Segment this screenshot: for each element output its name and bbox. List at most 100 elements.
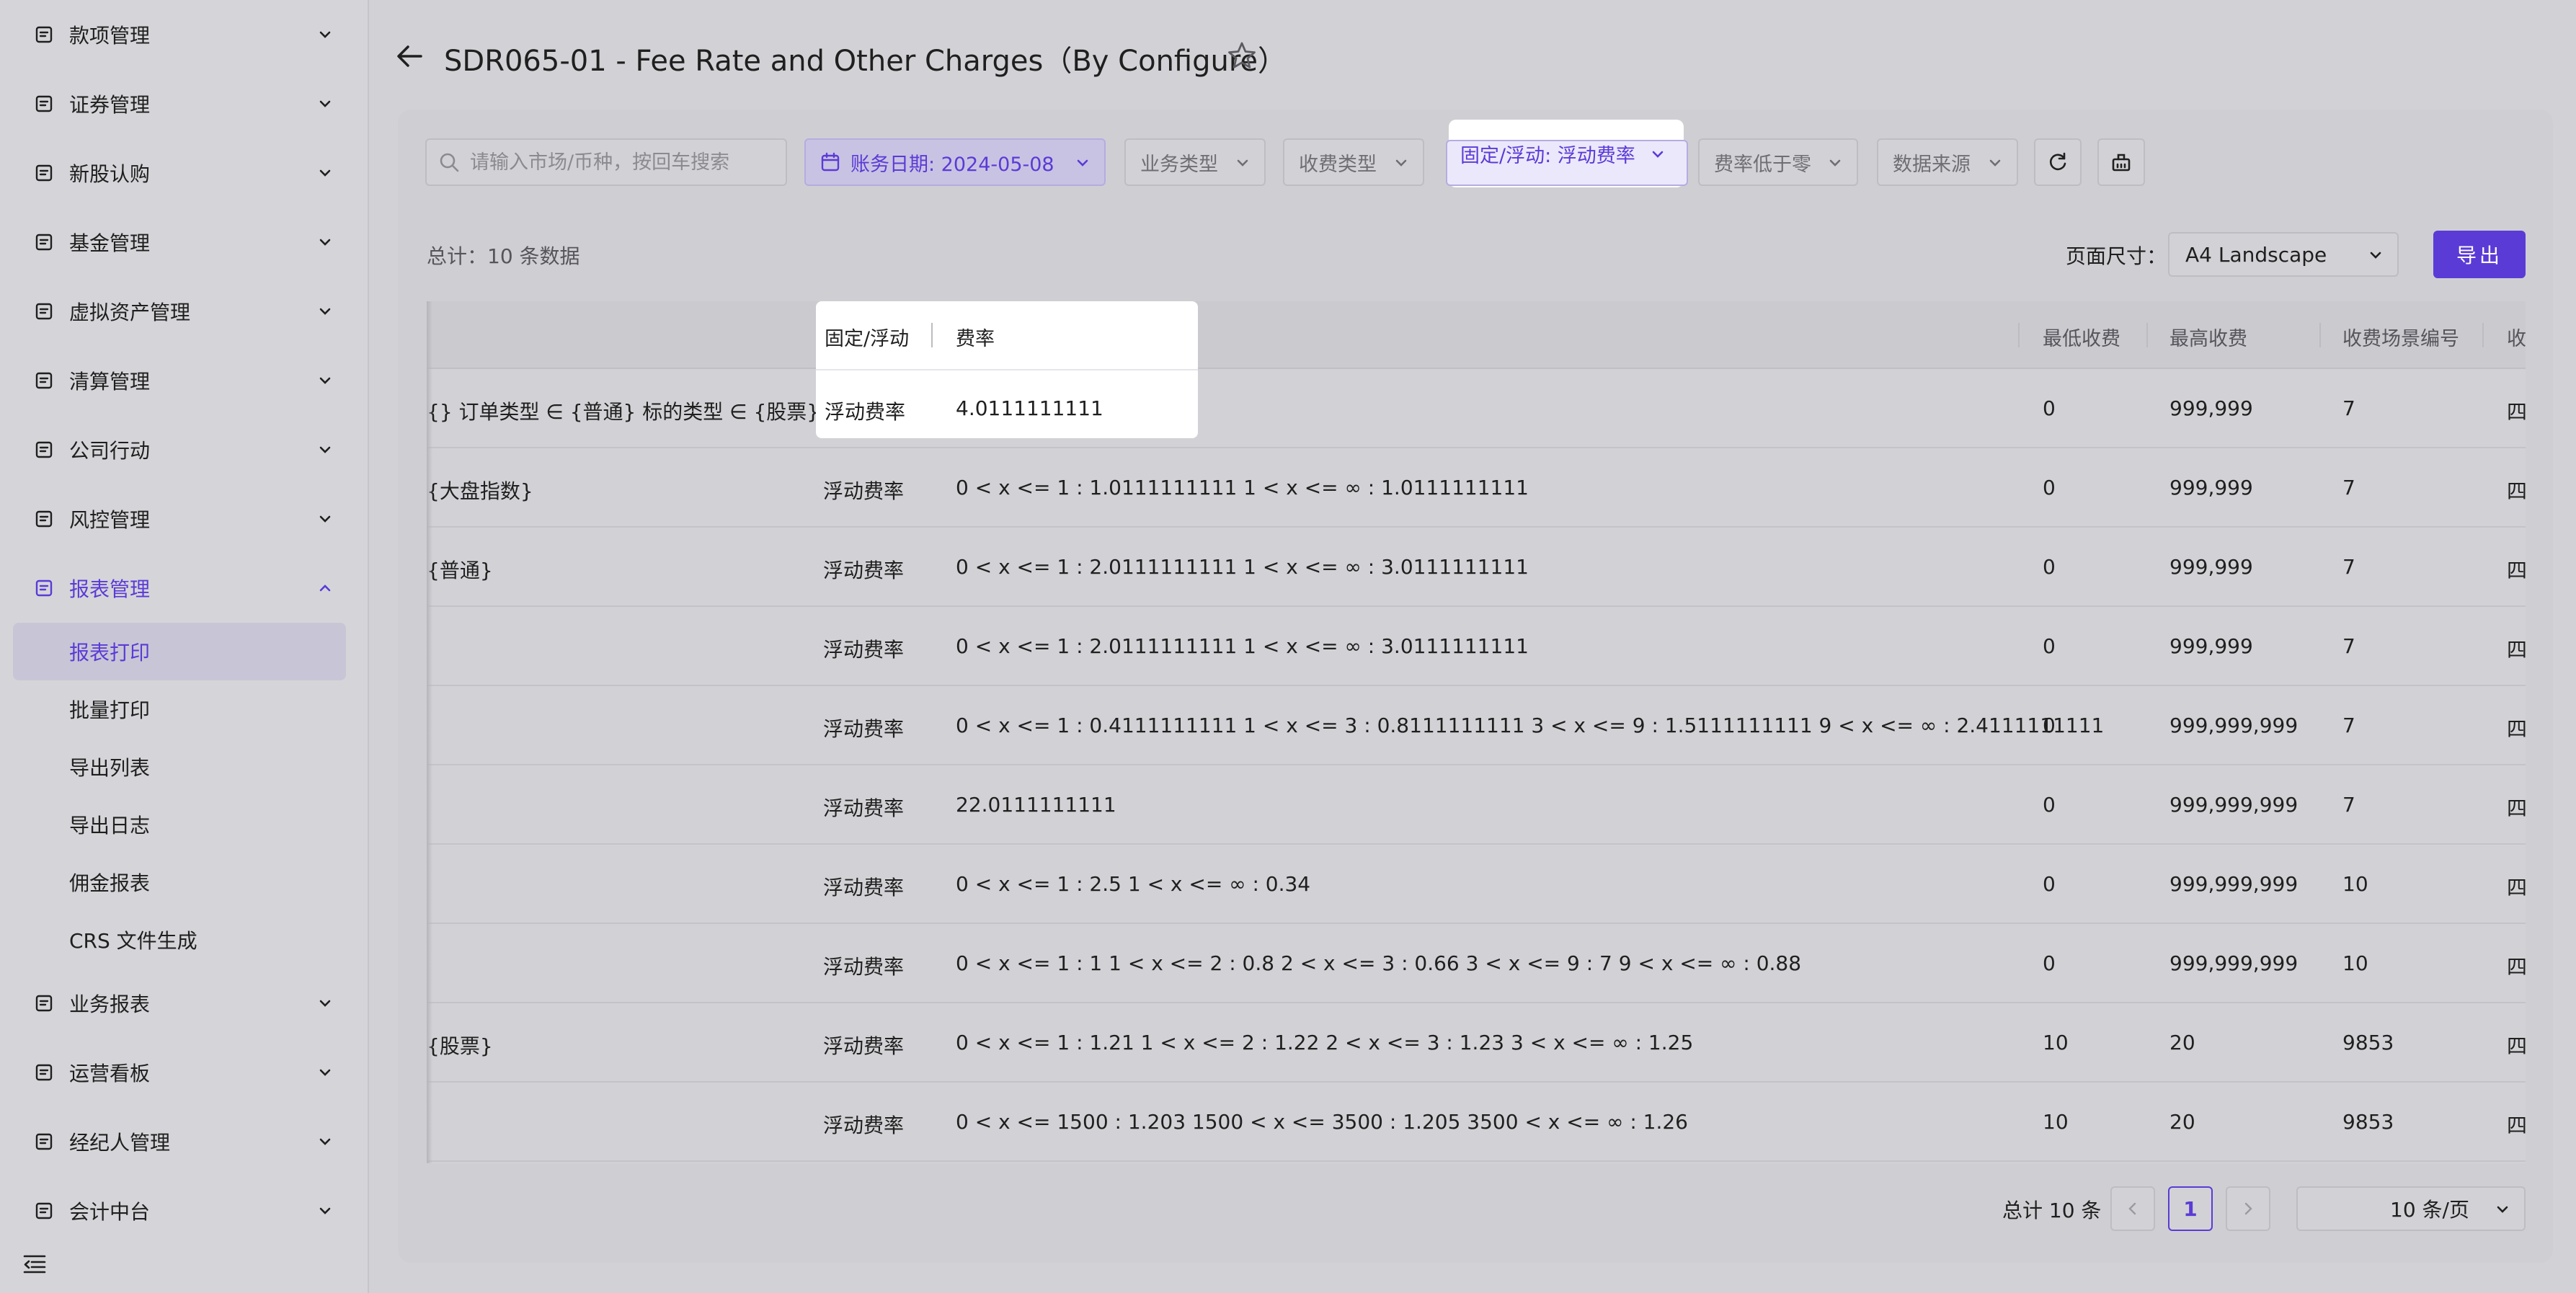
scene-id-cell: 10 — [2342, 872, 2368, 896]
scene-id-cell: 7 — [2342, 634, 2355, 658]
sidebar-item-0[interactable]: 款项管理 — [0, 6, 369, 63]
min-fee-cell: 0 — [2043, 793, 2056, 817]
page-size-dropdown[interactable]: 10 条/页 — [2296, 1186, 2526, 1231]
sidebar-item-label: 经纪人管理 — [69, 1131, 171, 1155]
sidebar-lower-item-2[interactable]: 经纪人管理 — [0, 1113, 369, 1170]
sidebar-item-6[interactable]: 公司行动 — [0, 421, 369, 479]
sidebar-item-label: 风控管理 — [69, 508, 151, 532]
sidebar-subitem-2[interactable]: 导出列表 — [13, 738, 346, 796]
fixed-floating-cell: 浮动费率 — [823, 479, 905, 503]
data-source-filter[interactable]: 数据来源 — [1877, 138, 2018, 186]
sidebar-lower-item-0[interactable]: 业务报表 — [0, 974, 369, 1032]
rate-below-zero-filter[interactable]: 费率低于零 — [1698, 138, 1858, 186]
sidebar-subitem-5[interactable]: CRS 文件生成 — [13, 911, 346, 969]
favorite-star-icon[interactable] — [1227, 40, 1257, 71]
refresh-button[interactable] — [2034, 138, 2082, 186]
charge-type-filter[interactable]: 收费类型 — [1283, 138, 1424, 186]
truncated-cell: 四 — [2507, 796, 2526, 820]
min-fee-cell: 10 — [2043, 1031, 2069, 1054]
table-row[interactable]: 浮动费率 0 < x <= 1 : 0.4111111111 1 < x <= 3… — [427, 686, 2526, 765]
line-chart-icon — [33, 992, 55, 1014]
next-page-button[interactable] — [2226, 1186, 2270, 1231]
sidebar-subitem-label: 批量打印 — [69, 698, 151, 722]
min-fee-cell: 0 — [2043, 555, 2056, 579]
min-fee-cell: 0 — [2043, 396, 2056, 420]
chevron-down-icon — [314, 231, 336, 253]
rate-cell: 0 < x <= 1 : 1.0111111111 1 < x <= ∞ : 1… — [956, 476, 1529, 499]
chevron-down-icon — [1649, 146, 1666, 163]
sidebar-item-label: 虚拟资产管理 — [69, 301, 191, 324]
table-row[interactable]: {普通} 浮动费率 0 < x <= 1 : 2.0111111111 1 < x … — [427, 528, 2526, 607]
sidebar-item-2[interactable]: 新股认购 — [0, 144, 369, 202]
rate-cell: 0 < x <= 1 : 2.0111111111 1 < x <= ∞ : 3… — [956, 634, 1529, 658]
sidebar-lower-item-1[interactable]: 运营看板 — [0, 1044, 369, 1101]
business-type-filter[interactable]: 业务类型 — [1124, 138, 1266, 186]
sidebar-item-4[interactable]: 虚拟资产管理 — [0, 283, 369, 340]
col-header-fixed-floating-highlight: 固定/浮动 — [825, 328, 910, 350]
sidebar-subitem-0[interactable]: 报表打印 — [13, 623, 346, 680]
sidebar-item-1[interactable]: 证券管理 — [0, 75, 369, 133]
pagination-total: 总计 10 条 — [2002, 1199, 2102, 1222]
prev-page-button[interactable] — [2110, 1186, 2155, 1231]
fund-chart-icon — [33, 231, 55, 253]
sidebar-item-5[interactable]: 清算管理 — [0, 352, 369, 409]
max-fee-cell: 20 — [2169, 1031, 2195, 1054]
date-filter[interactable]: 账务日期: 2024-05-08 — [804, 138, 1106, 186]
table-row[interactable]: 浮动费率 0 < x <= 1 : 2.0111111111 1 < x <= ∞… — [427, 607, 2526, 686]
sidebar-subitem-3[interactable]: 导出日志 — [13, 796, 346, 853]
search-input[interactable] — [425, 138, 787, 186]
sidebar-lower-item-3[interactable]: 会计中台 — [0, 1182, 369, 1240]
chevron-right-icon — [2240, 1201, 2256, 1217]
rate-cell: 0 < x <= 1 : 0.4111111111 1 < x <= 3 : 0… — [956, 714, 2105, 737]
fixed-floating-cell: 浮动费率 — [823, 717, 905, 741]
table-row[interactable]: 浮动费率 0 < x <= 1 : 1 1 < x <= 2 : 0.8 2 < … — [427, 924, 2526, 1003]
sidebar-item-label: 款项管理 — [69, 24, 151, 48]
charge-type-label: 收费类型 — [1299, 153, 1377, 176]
table-row[interactable]: {} 订单类型 ∈ {普通} 标的类型 ∈ {股票}浮动费率 4.01111111… — [427, 369, 2526, 448]
clear-filters-button[interactable] — [2097, 138, 2145, 186]
truncated-cell: 四 — [2507, 876, 2526, 899]
col-header-min-fee: 最低收费 — [2043, 328, 2120, 350]
page-title: SDR065-01 - Fee Rate and Other Charges（B… — [444, 45, 1287, 78]
min-fee-cell: 0 — [2043, 476, 2056, 499]
sidebar-subitem-4[interactable]: 佣金报表 — [13, 853, 346, 911]
sidebar-subitem-1[interactable]: 批量打印 — [13, 680, 346, 738]
page-size-select[interactable]: A4 Landscape — [2168, 232, 2399, 277]
chevron-down-icon — [1074, 154, 1091, 172]
sidebar-item-label: 业务报表 — [69, 992, 151, 1016]
sidebar-subitem-label: CRS 文件生成 — [69, 929, 197, 953]
sidebar-item-8[interactable]: 报表管理 — [0, 559, 369, 617]
sidebar-item-label: 报表管理 — [69, 577, 151, 601]
sidebar-item-3[interactable]: 基金管理 — [0, 213, 369, 271]
chevron-down-icon — [314, 508, 336, 530]
highlighted-cell-box: 固定/浮动 费率 浮动费率 4.0111111111 — [816, 301, 1198, 438]
users-icon — [33, 1131, 55, 1152]
condition-cell: {} 订单类型 ∈ {普通} 标的类型 ∈ {股票} — [427, 400, 820, 424]
collapse-sidebar-icon[interactable] — [22, 1251, 48, 1277]
table-row[interactable]: 浮动费率 0 < x <= 1500 : 1.203 1500 < x <= 35… — [427, 1083, 2526, 1162]
page-1-button[interactable]: 1 — [2168, 1186, 2213, 1231]
sidebar-item-7[interactable]: 风控管理 — [0, 490, 369, 548]
scene-id-cell: 7 — [2342, 476, 2355, 499]
max-fee-cell: 999,999 — [2169, 476, 2253, 499]
chevron-down-icon — [1234, 154, 1251, 172]
export-button[interactable]: 导出 — [2433, 231, 2526, 278]
scene-id-cell: 7 — [2342, 396, 2355, 420]
fee-rate-table: 固定/浮动 费率 最低收费 最高收费 收费场景编号 收 {} 订单类型 ∈ {普… — [427, 301, 2526, 1163]
scroll-shadow — [427, 301, 432, 1163]
table-row[interactable]: 浮动费率 22.0111111111 0 999,999,999 7 四 — [427, 765, 2526, 845]
table-row[interactable]: 浮动费率 0 < x <= 1 : 2.5 1 < x <= ∞ : 0.34 0 9… — [427, 845, 2526, 924]
table-row[interactable]: {股票} 浮动费率 0 < x <= 1 : 1.21 1 < x <= 2 : 1… — [427, 1003, 2526, 1083]
chart-box-icon — [33, 93, 55, 115]
scene-id-cell: 7 — [2342, 793, 2355, 817]
sidebar-item-label: 清算管理 — [69, 370, 151, 394]
fixed-floating-filter[interactable]: 固定/浮动: 浮动费率 — [1446, 123, 1688, 186]
max-fee-cell: 999,999 — [2169, 634, 2253, 658]
sidebar: 款项管理证券管理新股认购基金管理虚拟资产管理 清算管理公司行动风控管理报表管理报表… — [0, 0, 369, 1293]
col-header-scene-id: 收费场景编号 — [2342, 328, 2459, 350]
table-row[interactable]: {大盘指数} 浮动费率 0 < x <= 1 : 1.0111111111 1 < … — [427, 448, 2526, 528]
chevron-down-icon — [314, 370, 336, 391]
column-divider — [2018, 323, 2020, 347]
page-size-label: 页面尺寸： — [2066, 244, 2167, 268]
back-arrow-icon[interactable] — [395, 43, 424, 69]
